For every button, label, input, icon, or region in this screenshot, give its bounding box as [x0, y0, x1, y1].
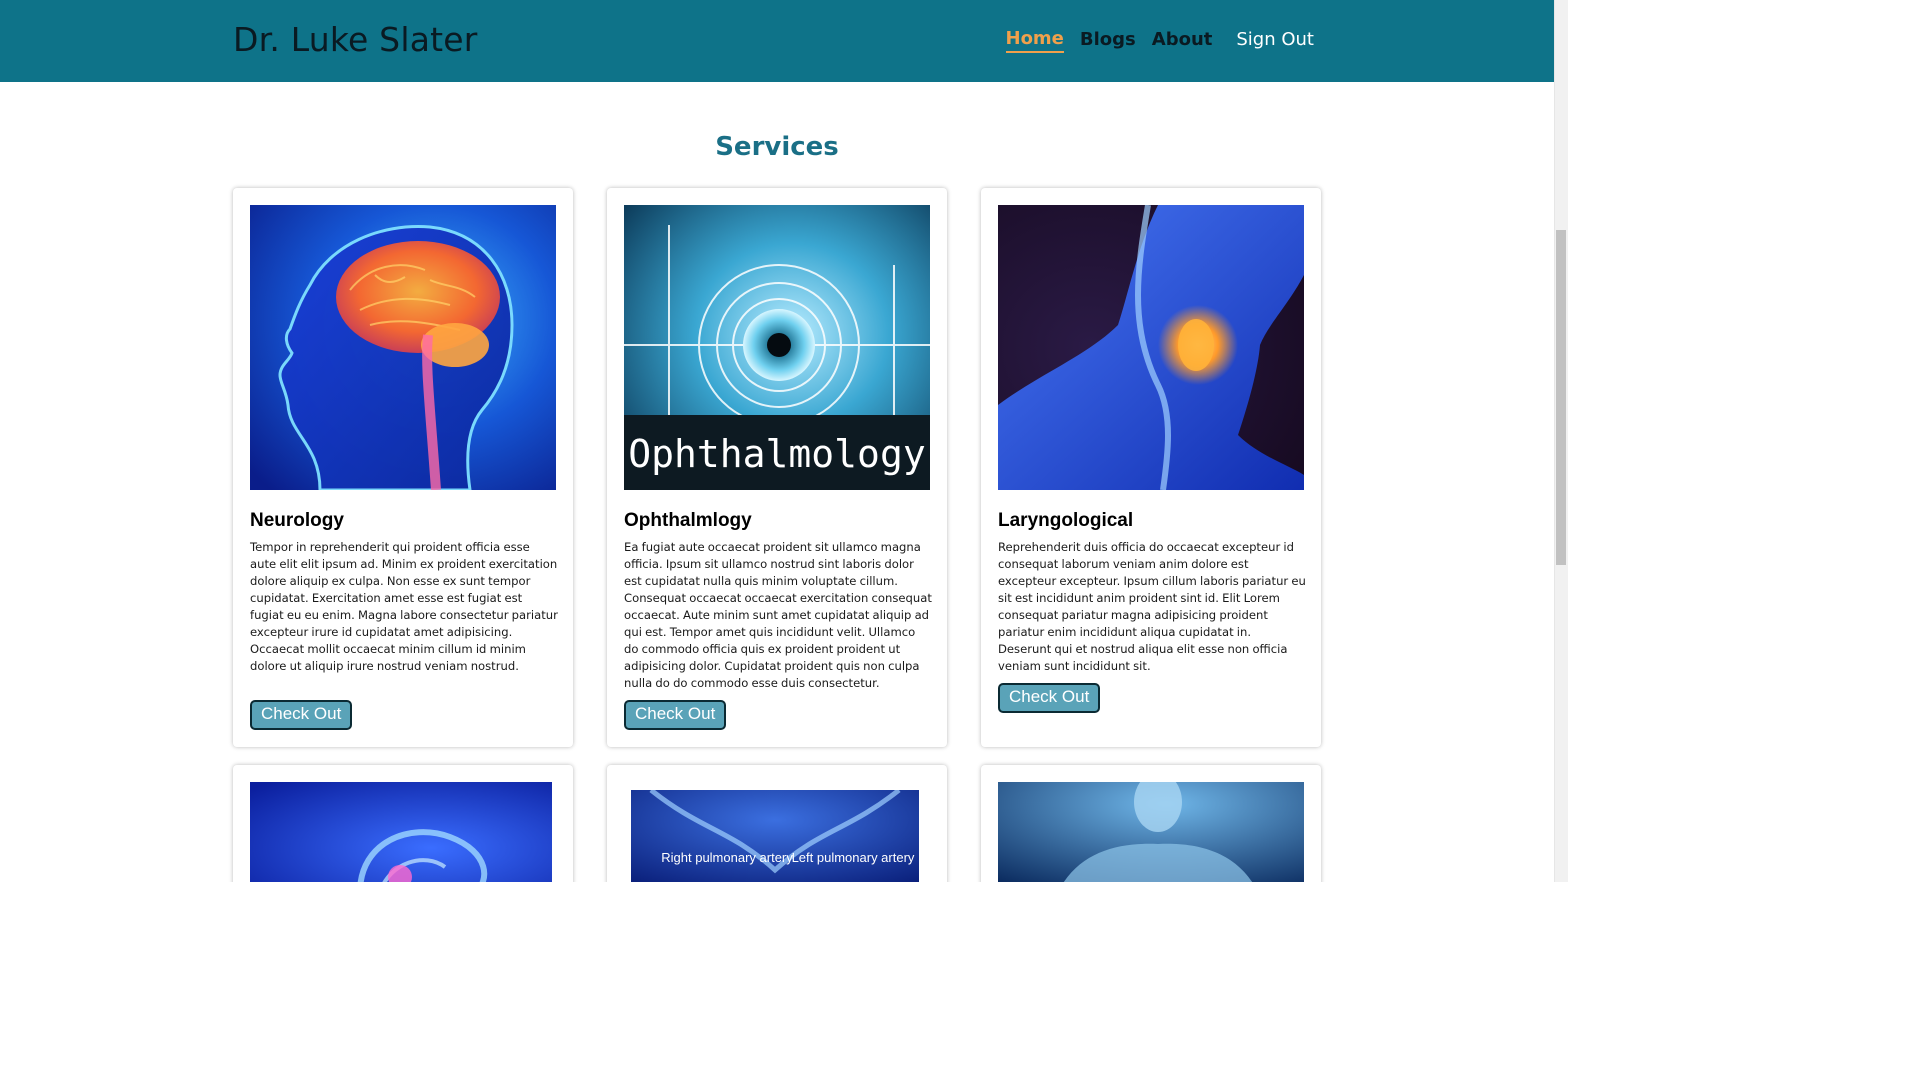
service-card-ophthalmology: Ophthalmology Ophthalmlogy Ea fugiat aut… — [607, 188, 947, 747]
service-card-laryngological: Laryngological Reprehenderit duis offici… — [981, 188, 1321, 747]
services-heading: Services — [715, 132, 839, 162]
service-card-neurology: Neurology Tempor in reprehenderit qui pr… — [233, 188, 573, 747]
page: Dr. Luke Slater Home Blogs About Sign Ou… — [0, 0, 1568, 882]
check-out-button-neurology[interactable]: Check Out — [250, 700, 353, 730]
pulmonary-label-right: Right pulmonary artery — [661, 850, 793, 865]
neurology-image — [250, 205, 556, 490]
nav-home[interactable]: Home — [1005, 28, 1064, 53]
nav-blogs[interactable]: Blogs — [1080, 29, 1136, 52]
laryngological-image — [998, 205, 1304, 490]
nav-about[interactable]: About — [1152, 29, 1213, 52]
card-title: Ophthalmlogy — [624, 510, 752, 531]
page-scrollbar[interactable] — [1554, 0, 1568, 882]
service-card-partial-1 — [233, 765, 573, 882]
service-image-pulmonary: Right pulmonary artery Left pulmonary ar… — [631, 790, 919, 882]
brand-name[interactable]: Dr. Luke Slater — [233, 20, 478, 59]
sign-out-link[interactable]: Sign Out — [1236, 29, 1314, 52]
scrollbar-thumb[interactable] — [1556, 230, 1566, 565]
card-title: Neurology — [250, 510, 344, 531]
top-navbar: Dr. Luke Slater Home Blogs About Sign Ou… — [0, 0, 1554, 82]
pulmonary-label-left: Left pulmonary artery — [792, 850, 915, 865]
service-card-partial-3 — [981, 765, 1321, 882]
card-description: Tempor in reprehenderit qui proident off… — [250, 540, 558, 673]
card-description: Ea fugiat aute occaecat proident sit ull… — [624, 540, 932, 690]
ophthalmology-image-text: Ophthalmology — [628, 432, 925, 476]
main-nav: Home Blogs About Sign Out — [1005, 28, 1314, 53]
check-out-button-laryngological[interactable]: Check Out — [998, 683, 1101, 713]
check-out-button-ophthalmology[interactable]: Check Out — [624, 700, 727, 730]
card-description: Reprehenderit duis officia do occaecat e… — [998, 540, 1306, 673]
service-image-body — [998, 782, 1304, 882]
card-title: Laryngological — [998, 510, 1134, 531]
ophthalmology-image: Ophthalmology — [624, 205, 930, 490]
service-image-digestive — [250, 782, 552, 882]
service-card-partial-2: Right pulmonary artery Left pulmonary ar… — [607, 765, 947, 882]
